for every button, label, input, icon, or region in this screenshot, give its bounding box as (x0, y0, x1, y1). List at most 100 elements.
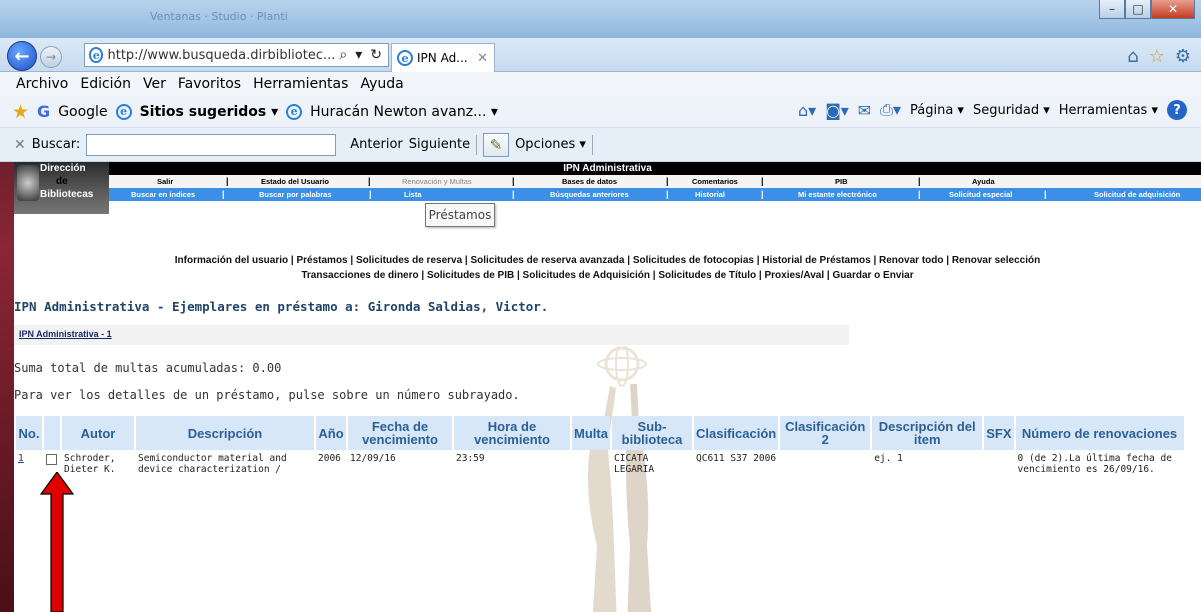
watermark-statue (588, 346, 652, 612)
mail-icon[interactable]: ✉ (858, 101, 871, 120)
nav-ayuda[interactable]: Ayuda (972, 175, 995, 188)
cmd-tools[interactable]: Herramientas ▾ (1059, 103, 1158, 118)
find-bar: ✕ Buscar: Anterior Siguiente ✎ Opciones … (0, 128, 1201, 162)
window-titlebar: Ventanas · Studio · Planti – □ ✕ (0, 0, 1201, 38)
nav-renovacion-multas[interactable]: Renovación y Multas (402, 175, 472, 188)
nav-busquedas-anteriores[interactable]: Búsquedas anteriores (550, 188, 629, 201)
fav-google[interactable]: Google (58, 104, 107, 120)
find-next[interactable]: Siguiente (409, 137, 470, 152)
find-prev[interactable]: Anterior (350, 137, 402, 152)
forward-arrow-icon[interactable]: → (40, 46, 62, 68)
menu-favoritos[interactable]: Favoritos (178, 76, 241, 92)
cell-descripcion: Semiconductor material and device charac… (138, 453, 287, 475)
ie-icon: e (89, 47, 104, 63)
close-icon[interactable]: ✕ (1151, 0, 1195, 19)
cmd-page[interactable]: Página ▾ (910, 103, 964, 118)
library-link[interactable]: IPN Administrativa - 1 (19, 329, 112, 339)
cell-sfx (984, 452, 1013, 476)
cell-hora: 23:59 (456, 453, 485, 464)
cell-ano: 2006 (318, 453, 341, 464)
highlight-pencil-icon[interactable]: ✎ (483, 132, 510, 157)
google-icon: G (37, 102, 51, 121)
nav-pib[interactable]: PIB (835, 175, 848, 188)
browser-tab[interactable]: e IPN Ad... ✕ (391, 43, 495, 72)
menu-ver[interactable]: Ver (143, 76, 166, 92)
find-input[interactable] (86, 133, 337, 156)
col-clasificacion-2: Clasificación 2 (780, 416, 871, 450)
nav-historial[interactable]: Historial (695, 188, 725, 201)
fav-huracan[interactable]: Huracán Newton avanz... ▾ (310, 104, 498, 120)
print-icon[interactable]: ⎙▾ (880, 100, 901, 120)
find-options[interactable]: Opciones ▾ (515, 137, 586, 152)
table-row: 1 Schroder, Dieter K. Semiconductor mate… (16, 452, 1184, 476)
maximize-icon[interactable]: □ (1125, 0, 1151, 19)
cmd-security[interactable]: Seguridad ▾ (973, 103, 1050, 118)
site-nav: IPN Administrativa Salir | Estado del Us… (14, 162, 1201, 214)
page-title: IPN Administrativa - Ejemplares en prést… (14, 299, 549, 314)
menu-edicion[interactable]: Edición (80, 76, 131, 92)
cell-clasificacion: QC611 S37 2006 (696, 453, 777, 464)
red-arrow-annotation (40, 472, 74, 612)
account-links-row1[interactable]: Información del usuario | Préstamos | So… (14, 253, 1201, 268)
col-descripcion: Descripción (136, 416, 314, 450)
nav-lista[interactable]: Lista (404, 188, 422, 201)
command-bar: ⌂▾ ◙▾ ✉ ⎙▾ Página ▾ Seguridad ▾ Herramie… (798, 100, 1187, 120)
loan-number-link[interactable]: 1 (18, 453, 24, 464)
col-autor: Autor (62, 416, 134, 450)
nav-solicitud-adquisicion[interactable]: Solicitud de adquisición (1094, 188, 1180, 201)
col-multa: Multa (572, 416, 610, 450)
loans-table: No. Autor Descripción Año Fecha de venci… (14, 414, 1186, 478)
col-select (44, 416, 60, 450)
dropdown-icon[interactable]: ▾ (355, 47, 362, 63)
tab-close-icon[interactable]: ✕ (477, 51, 488, 66)
account-links-row2[interactable]: Transacciones de dinero | Solicitudes de… (14, 268, 1201, 283)
col-renovaciones: Número de renovaciones (1015, 416, 1184, 450)
settings-gear-icon[interactable]: ⚙ (1175, 46, 1191, 67)
col-clasificacion: Clasificación (694, 416, 779, 450)
search-icon[interactable]: ⌕ (339, 47, 347, 63)
nav-mi-estante[interactable]: Mi estante electrónico (798, 188, 877, 201)
refresh-icon[interactable]: ↻ (370, 47, 382, 63)
nav-comentarios[interactable]: Comentarios (692, 175, 738, 188)
rss-feed-icon[interactable]: ◙▾ (825, 101, 849, 120)
cell-sub-biblioteca: CICATA LEGARIA (614, 453, 655, 475)
col-no: No. (16, 416, 42, 450)
favorites-star-icon[interactable]: ☆ (1149, 46, 1165, 67)
home-icon[interactable]: ⌂ (1127, 46, 1138, 67)
instruction-text: Para ver los detalles de un préstamo, pu… (14, 388, 520, 402)
url-text[interactable]: http://www.busqueda.dirbibliotec... (107, 48, 335, 63)
back-arrow-icon[interactable]: ← (7, 41, 37, 71)
col-ano: Año (316, 416, 346, 450)
loan-select-checkbox[interactable] (46, 454, 57, 465)
col-hora-vencimiento: Hora de vencimiento (454, 416, 570, 450)
menu-archivo[interactable]: Archivo (16, 76, 68, 92)
nav-solicitud-especial[interactable]: Solicitud especial (949, 188, 1012, 201)
col-sub-biblioteca: Sub-biblioteca (612, 416, 692, 450)
ie-icon: e (286, 103, 303, 120)
minimize-icon[interactable]: – (1099, 0, 1125, 19)
table-header-row: No. Autor Descripción Año Fecha de venci… (16, 416, 1184, 450)
nav-buscar-indices[interactable]: Buscar en índices (131, 188, 195, 201)
institution-title: IPN Administrativa (563, 163, 652, 174)
fav-suggested-sites[interactable]: Sitios sugeridos ▾ (140, 104, 279, 120)
menu-ayuda[interactable]: Ayuda (360, 76, 403, 92)
page-content: IPN Administrativa Salir | Estado del Us… (14, 162, 1201, 612)
nav-bases-datos[interactable]: Bases de datos (562, 175, 617, 188)
nav-buscar-palabras[interactable]: Buscar por palabras (259, 188, 332, 201)
col-sfx: SFX (984, 416, 1014, 450)
cell-multa (572, 452, 610, 476)
home-icon[interactable]: ⌂▾ (798, 101, 816, 120)
add-favorite-star-icon[interactable]: ★ (12, 101, 29, 123)
cell-descripcion-item: ej. 1 (874, 453, 903, 464)
menu-herramientas[interactable]: Herramientas (253, 76, 348, 92)
library-logo[interactable]: Dirección de Bibliotecas (14, 162, 109, 214)
fines-total: Suma total de multas acumuladas: 0.00 (14, 361, 282, 375)
close-find-icon[interactable]: ✕ (14, 137, 26, 153)
nav-salir[interactable]: Salir (157, 175, 173, 188)
account-links[interactable]: Información del usuario | Préstamos | So… (14, 253, 1201, 283)
address-bar[interactable]: e http://www.busqueda.dirbibliotec... ⌕ … (84, 43, 389, 67)
help-icon[interactable]: ? (1167, 100, 1187, 120)
ipn-seal-icon (17, 165, 39, 201)
tooltip: Préstamos (425, 203, 495, 227)
nav-estado-usuario[interactable]: Estado del Usuario (261, 175, 329, 188)
